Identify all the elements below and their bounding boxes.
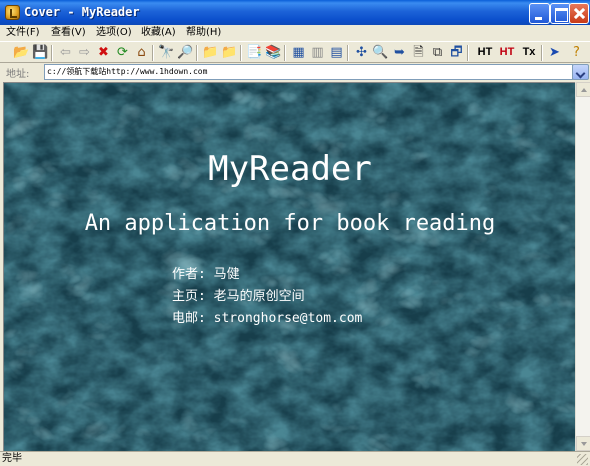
home-icon[interactable]: ⌂ bbox=[133, 44, 150, 61]
toolbar: 📂💾⇦⇨✖⟳⌂🔭🔎📁📁📑📚▦▥▤✣🔍➥🗎⧉🗗HTHTTx➤?⏏ bbox=[0, 41, 590, 63]
text-tool-3-button[interactable]: Tx bbox=[519, 44, 539, 61]
stop-icon[interactable]: ✖ bbox=[95, 44, 112, 61]
toolbar-separator bbox=[51, 45, 53, 61]
help-icon[interactable]: ? bbox=[568, 44, 585, 61]
text-tool-1-button[interactable]: HT bbox=[475, 44, 495, 61]
text-tool-2-button[interactable]: HT bbox=[497, 44, 517, 61]
split-icon[interactable]: ✣ bbox=[353, 44, 370, 61]
cursor-icon[interactable]: ➤ bbox=[546, 44, 563, 61]
folder-up-icon[interactable]: 📁 bbox=[221, 44, 238, 61]
document-title: MyReader bbox=[208, 149, 372, 189]
title-bar[interactable]: Cover - MyReader bbox=[0, 0, 590, 25]
vertical-scrollbar[interactable] bbox=[575, 82, 590, 451]
document-subtitle: An application for book reading bbox=[84, 211, 496, 236]
status-bar: 完毕 bbox=[0, 451, 590, 466]
toolbar-separator bbox=[240, 45, 242, 61]
toolbar-separator bbox=[284, 45, 286, 61]
search-web-icon[interactable]: 🔎 bbox=[177, 44, 194, 61]
minimize-button[interactable] bbox=[529, 3, 550, 24]
copy-icon[interactable]: ⧉ bbox=[429, 44, 446, 61]
menu-bar: 文件(F) 查看(V) 选项(O) 收藏(A) 帮助(H) bbox=[0, 25, 590, 41]
email-link[interactable]: stronghorse@tom.com bbox=[214, 311, 363, 326]
menu-favorites[interactable]: 收藏(A) bbox=[141, 26, 176, 40]
homepage-label: 主页: bbox=[172, 289, 206, 304]
window-title: Cover - MyReader bbox=[24, 5, 140, 19]
toolbar-separator bbox=[541, 45, 543, 61]
scroll-down-button[interactable] bbox=[576, 436, 590, 451]
layout-icon[interactable]: ▤ bbox=[328, 44, 345, 61]
bookmark-icon[interactable]: 📑 bbox=[246, 44, 263, 61]
goto-icon[interactable]: ➥ bbox=[391, 44, 408, 61]
forward-icon[interactable]: ⇨ bbox=[76, 44, 93, 61]
back-icon[interactable]: ⇦ bbox=[57, 44, 74, 61]
toolbar-separator bbox=[196, 45, 198, 61]
address-bar: 地址: c://领航下载站http://www.1hdown.com bbox=[0, 63, 590, 81]
page-icon[interactable]: 🗎 bbox=[410, 44, 427, 61]
menu-view[interactable]: 查看(V) bbox=[51, 26, 86, 40]
resize-grip[interactable] bbox=[577, 454, 588, 465]
address-input[interactable]: c://领航下载站http://www.1hdown.com bbox=[44, 64, 573, 80]
find-icon[interactable]: 🔭 bbox=[158, 44, 175, 61]
refresh-icon[interactable]: ⟳ bbox=[114, 44, 131, 61]
window-icon[interactable]: 🗗 bbox=[448, 44, 465, 61]
menu-help[interactable]: 帮助(H) bbox=[186, 26, 221, 40]
scroll-up-button[interactable] bbox=[576, 82, 590, 97]
author-value: 马健 bbox=[213, 267, 240, 282]
close-button[interactable] bbox=[569, 3, 589, 24]
author-label: 作者: bbox=[172, 267, 206, 282]
address-label: 地址: bbox=[6, 69, 30, 80]
app-icon[interactable] bbox=[5, 5, 20, 20]
reader-content[interactable]: MyReader An application for book reading… bbox=[3, 82, 575, 451]
zoom-icon[interactable]: 🔍 bbox=[372, 44, 389, 61]
toolbar-separator bbox=[467, 45, 469, 61]
homepage-link[interactable]: 老马的原创空间 bbox=[214, 289, 305, 304]
homepage-row: 主页: 老马的原创空间 bbox=[172, 285, 305, 304]
panel-icon[interactable]: ▥ bbox=[309, 44, 326, 61]
bookmark-list-icon[interactable]: 📚 bbox=[265, 44, 282, 61]
author-row: 作者: 马健 bbox=[172, 263, 240, 282]
toolbar-separator bbox=[152, 45, 154, 61]
email-label: 电邮: bbox=[172, 311, 206, 326]
marble-background bbox=[4, 83, 575, 451]
address-dropdown-button[interactable] bbox=[572, 64, 589, 80]
open-icon[interactable]: 📂 bbox=[13, 44, 30, 61]
email-row: 电邮: stronghorse@tom.com bbox=[172, 307, 362, 326]
folder-icon[interactable]: 📁 bbox=[202, 44, 219, 61]
maximize-button[interactable] bbox=[550, 3, 571, 24]
menu-file[interactable]: 文件(F) bbox=[6, 26, 40, 40]
app-window: Cover - MyReader 文件(F) 查看(V) 选项(O) 收藏(A)… bbox=[0, 0, 590, 466]
status-text: 完毕 bbox=[2, 453, 22, 464]
table-icon[interactable]: ▦ bbox=[290, 44, 307, 61]
save-icon[interactable]: 💾 bbox=[32, 44, 49, 61]
menu-options[interactable]: 选项(O) bbox=[96, 26, 132, 40]
toolbar-separator bbox=[347, 45, 349, 61]
